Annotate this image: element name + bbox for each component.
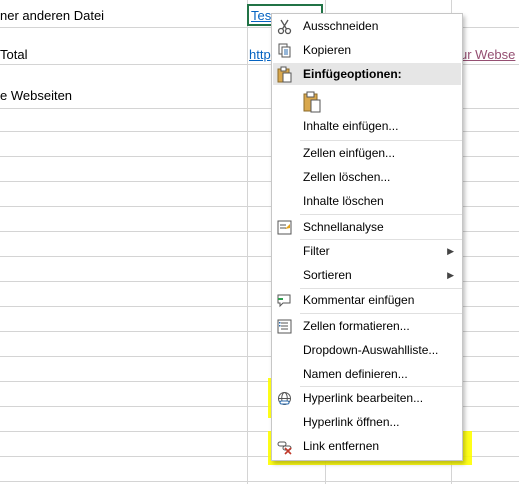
hyperlink-edit-icon <box>276 390 293 407</box>
format-cells-icon <box>276 318 293 335</box>
menu-item-label: Zellen löschen... <box>303 170 391 184</box>
paste-options-header: Einfügeoptionen: <box>273 63 461 85</box>
cell-a1[interactable]: ner anderen Datei <box>0 8 104 24</box>
paste-option-button[interactable] <box>272 88 462 114</box>
row-divider <box>0 481 519 482</box>
menu-item-label: Zellen formatieren... <box>303 319 410 333</box>
menu-item-label: Schnellanalyse <box>303 220 384 234</box>
menu-item-label: Hyperlink öffnen... <box>303 415 400 429</box>
cell-a2[interactable]: Total <box>0 47 27 63</box>
menu-item-dropdown-list[interactable]: Dropdown-Auswahlliste... <box>272 339 462 361</box>
menu-separator <box>300 214 462 215</box>
cell-c2-link[interactable]: ur Webse <box>460 47 515 63</box>
menu-item-clear-contents[interactable]: Inhalte löschen <box>272 190 462 212</box>
menu-item-delete-cells[interactable]: Zellen löschen... <box>272 166 462 188</box>
menu-item-label: Namen definieren... <box>303 367 408 381</box>
menu-separator <box>300 313 462 314</box>
comment-icon <box>276 292 293 309</box>
menu-item-quick-analysis[interactable]: Schnellanalyse <box>272 216 462 238</box>
remove-link-icon <box>276 438 293 455</box>
copy-icon <box>276 42 293 59</box>
menu-item-define-name[interactable]: Namen definieren... <box>272 363 462 385</box>
menu-item-label: Ausschneiden <box>303 19 379 33</box>
menu-item-label: Inhalte löschen <box>303 194 384 208</box>
cell-b2-link[interactable]: http <box>249 47 271 63</box>
cell-a3[interactable]: e Webseiten <box>0 88 72 104</box>
menu-item-label: Link entfernen <box>303 439 380 453</box>
menu-item-label: Dropdown-Auswahlliste... <box>303 343 439 357</box>
submenu-arrow-icon: ▶ <box>447 246 454 256</box>
paste-icon <box>276 66 293 90</box>
menu-item-filter[interactable]: Filter ▶ <box>272 240 462 262</box>
active-cell-link[interactable]: Tes <box>251 8 271 24</box>
menu-item-cut[interactable]: Ausschneiden <box>272 15 462 37</box>
quick-analysis-icon <box>276 219 293 236</box>
menu-item-open-hyperlink[interactable]: Hyperlink öffnen... <box>272 411 462 433</box>
menu-item-insert-cells[interactable]: Zellen einfügen... <box>272 142 462 164</box>
menu-item-label: Kopieren <box>303 43 352 57</box>
menu-item-insert-comment[interactable]: Kommentar einfügen <box>272 289 462 311</box>
paste-clipboard-icon <box>302 91 322 113</box>
menu-separator <box>300 140 462 141</box>
menu-item-format-cells[interactable]: Zellen formatieren... <box>272 315 462 337</box>
menu-item-label: Inhalte einfügen... <box>303 119 399 133</box>
menu-item-label: Zellen einfügen... <box>303 146 396 160</box>
menu-section-label: Einfügeoptionen: <box>303 67 402 81</box>
menu-item-copy[interactable]: Kopieren <box>272 39 462 61</box>
context-menu: Ausschneiden Kopieren Einfügeoptionen: I… <box>271 13 463 461</box>
menu-item-paste-special[interactable]: Inhalte einfügen... <box>272 115 462 137</box>
menu-item-remove-link[interactable]: Link entfernen <box>272 435 462 457</box>
menu-item-label: Sortieren <box>303 268 352 282</box>
column-divider <box>247 0 248 484</box>
menu-item-sort[interactable]: Sortieren ▶ <box>272 264 462 286</box>
menu-item-label: Kommentar einfügen <box>303 293 415 307</box>
submenu-arrow-icon: ▶ <box>447 270 454 280</box>
menu-item-label: Hyperlink bearbeiten... <box>303 391 424 405</box>
menu-item-label: Filter <box>303 244 330 258</box>
scissors-icon <box>276 18 293 35</box>
menu-item-edit-hyperlink[interactable]: Hyperlink bearbeiten... <box>272 387 462 409</box>
